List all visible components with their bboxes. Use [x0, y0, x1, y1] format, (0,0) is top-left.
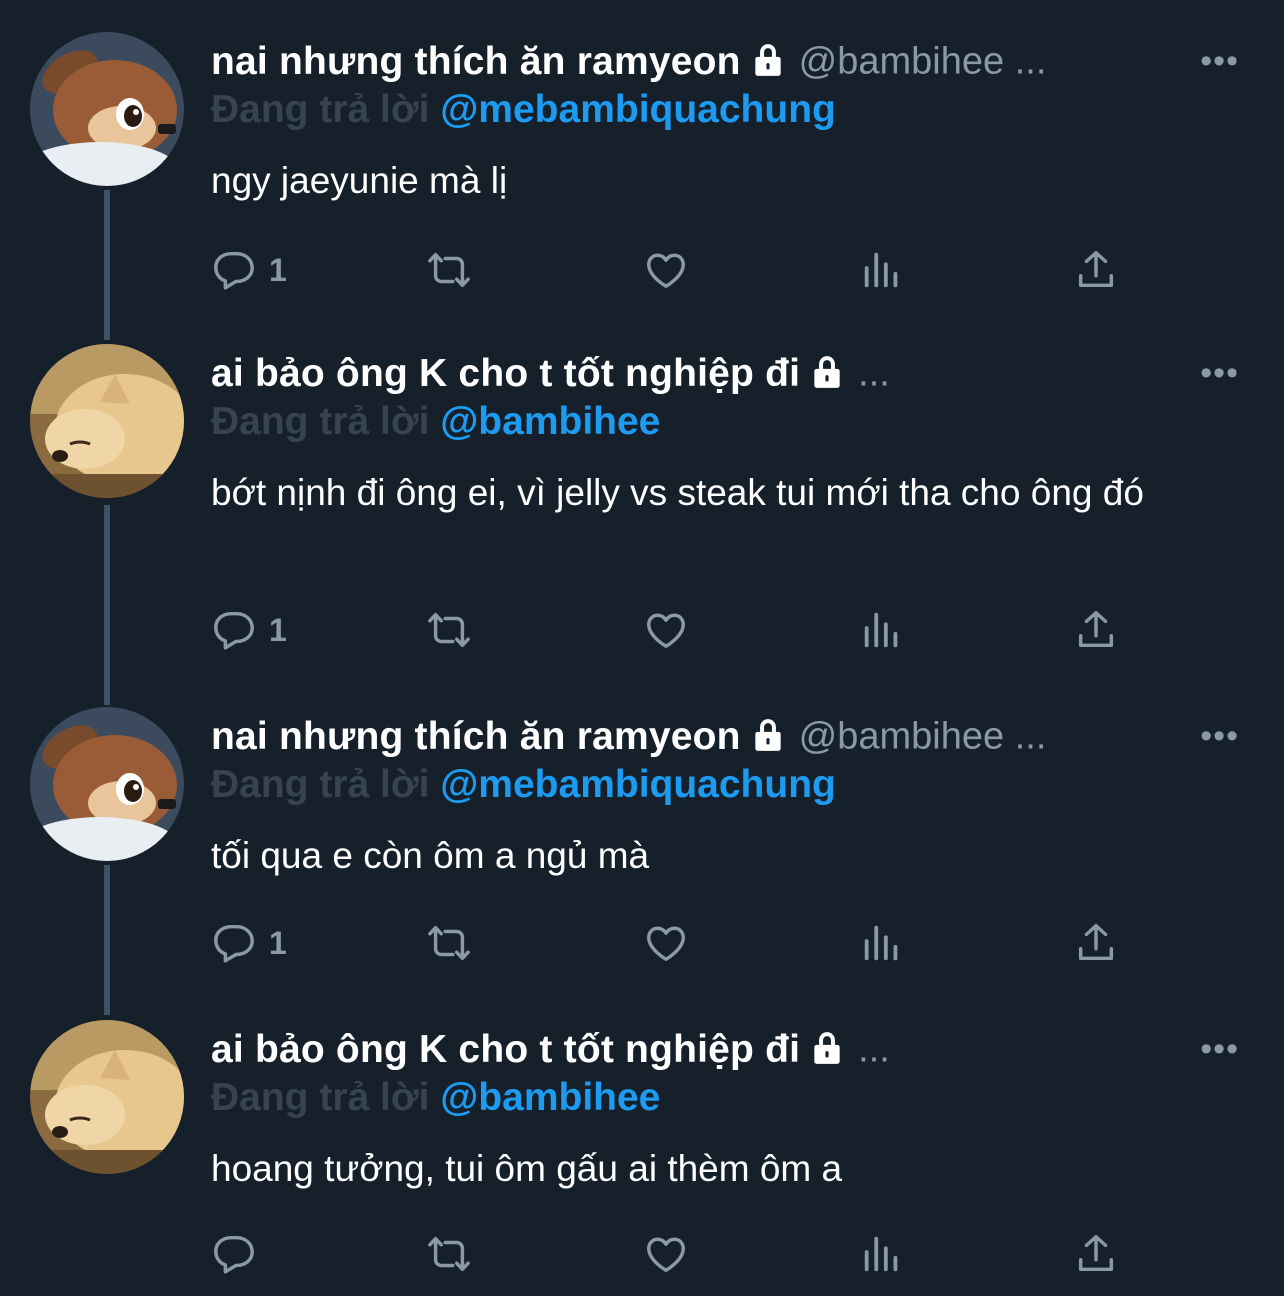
retweet-icon — [426, 1231, 472, 1277]
username[interactable]: @bambihee ... — [799, 716, 1047, 758]
replying-label: Đang trả lời — [211, 763, 430, 806]
heart-icon — [643, 1231, 689, 1277]
replying-to: Đang trả lời @mebambiquachung — [211, 763, 836, 807]
retweet-icon — [426, 247, 472, 293]
heart-icon — [643, 247, 689, 293]
retweet-button[interactable] — [426, 913, 472, 973]
dog-avatar-image — [30, 344, 184, 498]
reply-icon — [211, 247, 257, 293]
reply-count: 1 — [269, 924, 287, 961]
reply-button[interactable]: 1 — [211, 913, 287, 973]
avatar[interactable] — [30, 1020, 184, 1174]
tweet-header: nai nhưng thích ăn ramyeon @bambihee ... … — [211, 40, 1244, 90]
lock-icon — [808, 353, 846, 396]
retweet-button[interactable] — [426, 1224, 472, 1284]
analytics-button[interactable] — [859, 1224, 905, 1284]
share-button[interactable] — [1073, 600, 1119, 660]
retweet-button[interactable] — [426, 240, 472, 300]
lock-icon — [808, 1029, 846, 1072]
thread-connector — [104, 505, 110, 705]
tweet-text: ngy jaeyunie mà lị — [211, 160, 508, 201]
display-name[interactable]: ai bảo ông K cho t tốt nghiệp đi — [211, 1028, 800, 1071]
replying-to: Đang trả lời @mebambiquachung — [211, 88, 836, 132]
retweet-button[interactable] — [426, 600, 472, 660]
like-button[interactable] — [643, 913, 689, 973]
display-name[interactable]: nai nhưng thích ăn ramyeon — [211, 715, 741, 758]
retweet-icon — [426, 920, 472, 966]
thread-connector — [104, 190, 110, 340]
share-icon — [1073, 607, 1119, 653]
mention-link[interactable]: @bambihee — [440, 400, 660, 443]
username[interactable]: @bambihee ... — [799, 41, 1047, 83]
replying-to: Đang trả lời @bambihee — [211, 1076, 660, 1120]
tweet-text: hoang tưởng, tui ôm gấu ai thèm ôm a — [211, 1148, 843, 1189]
more-options-icon[interactable]: ••• — [1200, 42, 1239, 81]
more-options-icon[interactable]: ••• — [1200, 717, 1239, 756]
share-icon — [1073, 1231, 1119, 1277]
avatar[interactable] — [30, 32, 184, 186]
action-bar: 1 — [211, 600, 1211, 660]
heart-icon — [643, 920, 689, 966]
stats-icon — [859, 920, 905, 966]
tweet-header: ai bảo ông K cho t tốt nghiệp đi... ••• — [211, 352, 1244, 402]
stats-icon — [859, 1231, 905, 1277]
mention-link[interactable]: @bambihee — [440, 1076, 660, 1119]
reply-button[interactable] — [211, 1224, 269, 1284]
share-button[interactable] — [1073, 240, 1119, 300]
action-bar: 1 — [211, 240, 1211, 300]
share-button[interactable] — [1073, 1224, 1119, 1284]
retweet-icon — [426, 607, 472, 653]
lock-icon — [749, 41, 787, 84]
more-options-icon[interactable]: ••• — [1200, 1030, 1239, 1069]
like-button[interactable] — [643, 600, 689, 660]
stats-icon — [859, 607, 905, 653]
reply-count: 1 — [269, 251, 287, 288]
reply-icon — [211, 607, 257, 653]
replying-to: Đang trả lời @bambihee — [211, 400, 660, 444]
reply-button[interactable]: 1 — [211, 600, 287, 660]
reply-count: 1 — [269, 611, 287, 648]
action-bar: 1 — [211, 913, 1211, 973]
share-icon — [1073, 920, 1119, 966]
mention-link[interactable]: @mebambiquachung — [440, 88, 836, 131]
display-name[interactable]: nai nhưng thích ăn ramyeon — [211, 40, 741, 83]
heart-icon — [643, 607, 689, 653]
like-button[interactable] — [643, 240, 689, 300]
tweet-text: bớt nịnh đi ông ei, vì jelly vs steak tu… — [211, 472, 1144, 513]
conversation-thread: nai nhưng thích ăn ramyeon @bambihee ... … — [0, 0, 1284, 1296]
share-button[interactable] — [1073, 913, 1119, 973]
username[interactable]: ... — [858, 1029, 890, 1071]
replying-label: Đang trả lời — [211, 88, 430, 131]
bambi-avatar-image — [30, 32, 184, 186]
replying-label: Đang trả lời — [211, 1076, 430, 1119]
avatar[interactable] — [30, 707, 184, 861]
analytics-button[interactable] — [859, 913, 905, 973]
dog-avatar-image — [30, 1020, 184, 1174]
analytics-button[interactable] — [859, 600, 905, 660]
bambi-avatar-image — [30, 707, 184, 861]
reply-button[interactable]: 1 — [211, 240, 287, 300]
stats-icon — [859, 247, 905, 293]
replying-label: Đang trả lời — [211, 400, 430, 443]
display-name[interactable]: ai bảo ông K cho t tốt nghiệp đi — [211, 352, 800, 395]
username[interactable]: ... — [858, 353, 890, 395]
avatar[interactable] — [30, 344, 184, 498]
tweet-header: nai nhưng thích ăn ramyeon @bambihee ... … — [211, 715, 1244, 765]
action-bar — [211, 1224, 1211, 1284]
mention-link[interactable]: @mebambiquachung — [440, 763, 836, 806]
like-button[interactable] — [643, 1224, 689, 1284]
more-options-icon[interactable]: ••• — [1200, 354, 1239, 393]
share-icon — [1073, 247, 1119, 293]
reply-icon — [211, 1231, 257, 1277]
thread-connector — [104, 865, 110, 1015]
analytics-button[interactable] — [859, 240, 905, 300]
tweet-text: tối qua e còn ôm a ngủ mà — [211, 835, 650, 876]
lock-icon — [749, 716, 787, 759]
tweet-header: ai bảo ông K cho t tốt nghiệp đi... ••• — [211, 1028, 1244, 1078]
reply-icon — [211, 920, 257, 966]
